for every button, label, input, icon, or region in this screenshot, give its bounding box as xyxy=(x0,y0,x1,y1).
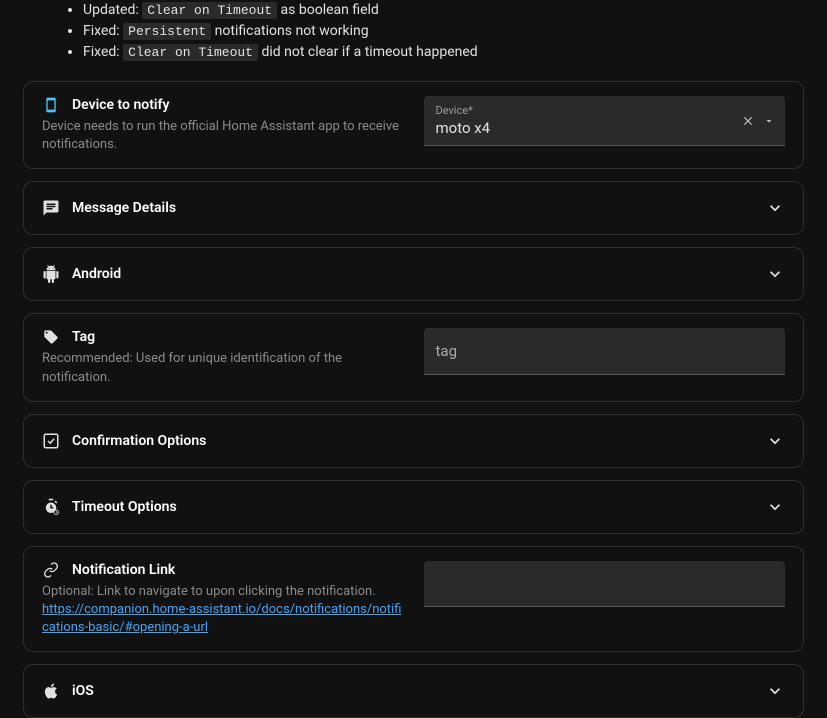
timer-icon xyxy=(42,498,60,516)
tag-input[interactable]: tag xyxy=(424,328,786,375)
device-subtitle: Device needs to run the official Home As… xyxy=(42,118,404,154)
ios-panel[interactable]: iOS xyxy=(23,664,804,718)
chevron-down-icon xyxy=(765,264,785,284)
chevron-down-icon xyxy=(765,497,785,517)
dropdown-icon[interactable] xyxy=(763,115,775,127)
message-details-panel[interactable]: Message Details xyxy=(23,181,804,235)
code-snippet: Clear on Timeout xyxy=(142,2,277,19)
changelog-list: Updated: Clear on Timeout as boolean fie… xyxy=(23,0,804,63)
tag-icon xyxy=(42,328,60,346)
device-select-label: Device* xyxy=(436,104,774,117)
chevron-down-icon xyxy=(765,198,785,218)
timeout-options-panel[interactable]: Timeout Options xyxy=(23,480,804,534)
message-icon xyxy=(42,199,60,217)
confirmation-options-panel[interactable]: Confirmation Options xyxy=(23,414,804,468)
changelog-item: Fixed: Persistent notifications not work… xyxy=(83,21,804,42)
code-snippet: Persistent xyxy=(123,23,211,40)
changelog-item: Fixed: Clear on Timeout did not clear if… xyxy=(83,42,804,63)
checkbox-icon xyxy=(42,432,60,450)
chevron-down-icon xyxy=(765,431,785,451)
apple-icon xyxy=(42,682,60,700)
code-snippet: Clear on Timeout xyxy=(123,44,258,61)
android-icon xyxy=(42,265,60,283)
notification-link-url[interactable]: https://companion.home-assistant.io/docs… xyxy=(42,602,401,635)
device-select-value: moto x4 xyxy=(436,119,774,137)
device-select[interactable]: Device* moto x4 xyxy=(424,96,786,146)
notification-link-title: Notification Link xyxy=(72,562,175,578)
changelog-item: Updated: Clear on Timeout as boolean fie… xyxy=(83,0,804,21)
tag-section: Tag Recommended: Used for unique identif… xyxy=(23,313,804,401)
notification-link-input[interactable] xyxy=(424,561,786,607)
chevron-down-icon xyxy=(765,681,785,701)
android-panel[interactable]: Android xyxy=(23,247,804,301)
cellphone-icon xyxy=(42,96,60,114)
tag-subtitle: Recommended: Used for unique identificat… xyxy=(42,350,404,386)
device-title: Device to notify xyxy=(72,97,169,113)
tag-title: Tag xyxy=(72,329,95,345)
notification-link-section: Notification Link Optional: Link to navi… xyxy=(23,546,804,653)
link-icon xyxy=(42,561,60,579)
notification-link-subtitle: Optional: Link to navigate to upon click… xyxy=(42,583,404,638)
device-to-notify-section: Device to notify Device needs to run the… xyxy=(23,81,804,169)
clear-icon[interactable] xyxy=(741,114,755,128)
